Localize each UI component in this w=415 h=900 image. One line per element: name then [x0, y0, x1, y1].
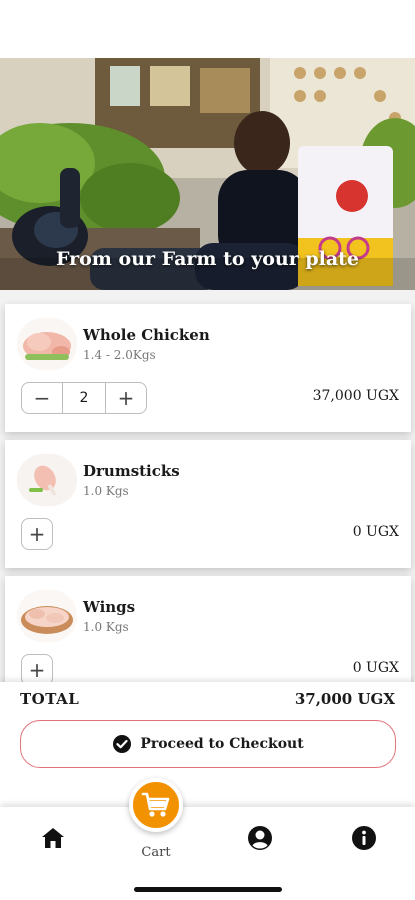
hero-banner: From our Farm to your plate — [0, 58, 415, 290]
quantity-stepper: − 2 + — [21, 382, 147, 414]
product-price: 0 UGX — [352, 660, 399, 676]
wings-image — [17, 590, 77, 642]
quantity-value: 2 — [62, 383, 106, 413]
increment-button[interactable]: + — [106, 383, 146, 413]
cart-button[interactable] — [129, 778, 183, 832]
drumsticks-image — [17, 454, 77, 506]
product-price: 0 UGX — [352, 524, 399, 540]
product-name: Drumsticks — [83, 462, 180, 480]
home-icon[interactable] — [40, 825, 66, 851]
product-weight: 1.0 Kgs — [83, 484, 129, 498]
product-name: Wings — [83, 598, 136, 616]
account-icon[interactable] — [247, 825, 273, 851]
total-label: TOTAL — [20, 690, 80, 708]
add-to-cart-button[interactable]: + — [21, 654, 53, 682]
check-circle-icon — [113, 735, 132, 753]
decrement-button[interactable]: − — [22, 383, 62, 413]
product-weight: 1.0 Kgs — [83, 620, 129, 634]
product-price: 37,000 UGX — [312, 388, 399, 404]
order-summary: TOTAL 37,000 UGX Proceed to Checkout — [0, 682, 415, 807]
product-weight: 1.4 - 2.0Kgs — [83, 348, 156, 362]
whole-chicken-image — [17, 318, 77, 370]
product-name: Whole Chicken — [83, 326, 210, 344]
home-indicator — [134, 887, 282, 892]
info-icon[interactable] — [351, 825, 377, 851]
status-bar — [0, 0, 415, 58]
cart-label[interactable]: Cart — [130, 845, 182, 860]
proceed-to-checkout-button[interactable]: Proceed to Checkout — [20, 720, 396, 768]
product-card-wings: Wings 1.0 Kgs + 0 UGX — [5, 576, 411, 682]
add-to-cart-button[interactable]: + — [21, 518, 53, 550]
hero-caption: From our Farm to your plate — [55, 248, 360, 270]
checkout-label: Proceed to Checkout — [140, 736, 304, 752]
total-value: 37,000 UGX — [294, 690, 395, 708]
product-card-whole-chicken: Whole Chicken 1.4 - 2.0Kgs − 2 + 37,000 … — [5, 304, 411, 432]
cart-icon — [141, 792, 170, 817]
product-list[interactable]: Whole Chicken 1.4 - 2.0Kgs − 2 + 37,000 … — [0, 290, 415, 682]
product-card-drumsticks: Drumsticks 1.0 Kgs + 0 UGX — [5, 440, 411, 568]
